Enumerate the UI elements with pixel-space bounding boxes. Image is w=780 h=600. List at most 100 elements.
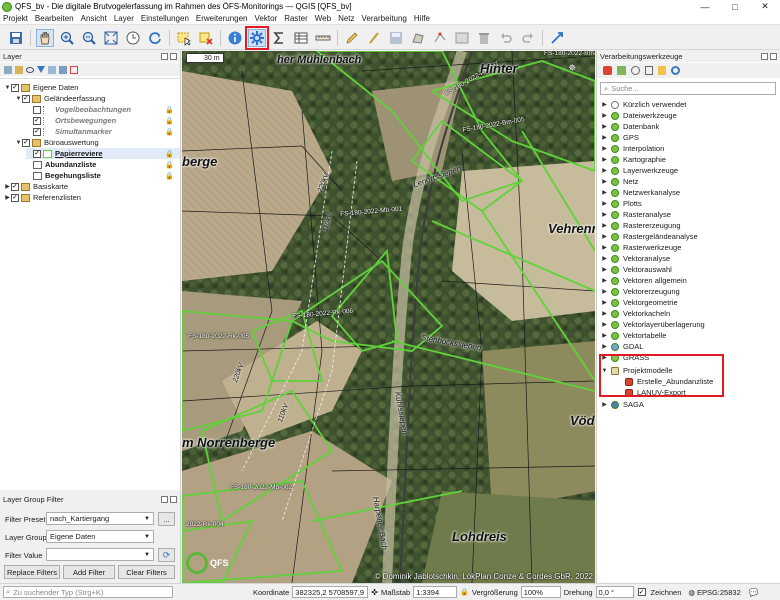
layer-tree-item[interactable]: ▶ Referenzlisten [4, 192, 180, 203]
add-filter-button[interactable]: Add Filter [63, 565, 115, 579]
identify-button[interactable] [226, 29, 244, 47]
chevron-right-icon[interactable]: ▶ [601, 343, 608, 350]
collapse-all-icon[interactable] [59, 65, 67, 74]
layer-tree-item[interactable]: Vogelbeobachtungen 🔒 [26, 104, 180, 115]
float-panel-button[interactable] [161, 53, 168, 60]
algorithm-group[interactable]: ▶ Vektorerzeugung [601, 286, 680, 297]
menu-erweiterungen[interactable]: Erweiterungen [196, 14, 248, 23]
chevron-right-icon[interactable]: ▶ [601, 200, 608, 207]
chevron-right-icon[interactable]: ▶ [601, 332, 608, 339]
results-icon[interactable] [645, 66, 653, 75]
select-features-button[interactable] [175, 29, 193, 47]
layer-visibility-checkbox[interactable] [22, 138, 30, 147]
digitize-button[interactable] [365, 29, 383, 47]
models-icon[interactable] [603, 66, 612, 75]
layer-tree-item[interactable]: Simultanmarker 🔒 [26, 126, 180, 137]
chevron-right-icon[interactable]: ▶ [601, 401, 608, 408]
save-project-button[interactable] [7, 29, 25, 47]
chevron-right-icon[interactable]: ▶ [601, 167, 608, 174]
algorithm-group[interactable]: ▶ Netzwerkanalyse [601, 187, 680, 198]
scale-select[interactable]: 1:3394 [413, 586, 458, 598]
chevron-right-icon[interactable]: ▶ [601, 101, 608, 108]
more-options-button[interactable]: ... [158, 512, 175, 526]
algorithm-group[interactable]: ▶ Interpolation [601, 143, 664, 154]
layer-visibility-checkbox[interactable] [33, 116, 41, 125]
crs-button[interactable]: ◍ EPSG:25832 [688, 588, 740, 597]
algorithm-group[interactable]: ▶ Rastergeländeanalyse [601, 231, 697, 242]
algorithm-group[interactable]: ▶ Kartographie [601, 154, 666, 165]
pan-map-button[interactable] [36, 28, 54, 47]
map-canvas[interactable]: 30 m FS-180-2022-Rk-007 FS-180-2022-Bm-00… [182, 51, 595, 583]
close-button[interactable]: ✕ [750, 1, 780, 12]
menu-projekt[interactable]: Projekt [3, 14, 28, 23]
toggle-editing-button[interactable] [343, 29, 361, 47]
chevron-down-icon[interactable]: ▼ [15, 140, 22, 146]
algorithm-group[interactable]: ▶ Datenbank [601, 121, 659, 132]
menu-layer[interactable]: Layer [114, 14, 134, 23]
chevron-right-icon[interactable]: ▶ [4, 194, 11, 201]
chevron-right-icon[interactable]: ▶ [601, 266, 608, 273]
layer-tree-item[interactable]: ▼ Büroauswertung [15, 137, 180, 148]
algorithm-group[interactable]: ▶ GPS [601, 132, 639, 143]
replace-filters-button[interactable]: Replace Filters [4, 565, 60, 579]
float-panel-button[interactable] [761, 53, 768, 60]
layer-tree-item[interactable]: ▼ Geländeerfassung [15, 93, 180, 104]
layer-tree-item[interactable]: Begehungsliste 🔒 [26, 170, 180, 181]
edit-attributes-button[interactable] [453, 29, 471, 47]
algorithm-group[interactable]: ▶ Vektorauswahl [601, 264, 672, 275]
layer-group-select[interactable]: Eigene Daten ▼ [46, 530, 154, 543]
chevron-right-icon[interactable]: ▶ [601, 189, 608, 196]
deselect-button[interactable] [197, 29, 215, 47]
filter-value-input[interactable]: ▼ [46, 548, 154, 561]
algorithm-group[interactable]: ▶ Rastererzeugung [601, 220, 680, 231]
chevron-right-icon[interactable]: ▶ [601, 156, 608, 163]
settings-icon[interactable] [671, 66, 680, 75]
expand-all-icon[interactable] [48, 65, 56, 74]
chevron-right-icon[interactable]: ▶ [601, 277, 608, 284]
vertex-tool-button[interactable] [431, 29, 449, 47]
chevron-right-icon[interactable]: ▶ [601, 310, 608, 317]
menu-hilfe[interactable]: Hilfe [414, 14, 430, 23]
clear-filters-button[interactable]: Clear Filters [118, 565, 175, 579]
undo-button[interactable] [497, 29, 515, 47]
algorithm-group[interactable]: ▶ Layerwerkzeuge [601, 165, 678, 176]
layer-tree-item[interactable]: ▼ Eigene Daten [4, 82, 180, 93]
menu-einstellungen[interactable]: Einstellungen [141, 14, 189, 23]
attribute-table-button[interactable] [292, 29, 310, 47]
chevron-right-icon[interactable]: ▶ [601, 211, 608, 218]
chevron-right-icon[interactable]: ▶ [601, 299, 608, 306]
chevron-right-icon[interactable]: ▶ [601, 123, 608, 130]
eye-icon[interactable] [26, 66, 34, 73]
magnifier-input[interactable]: 100% [520, 586, 561, 598]
refresh-filter-button[interactable]: ⟳ [158, 548, 175, 562]
redo-button[interactable] [519, 29, 537, 47]
chevron-right-icon[interactable]: ▶ [601, 244, 608, 251]
filter-icon[interactable] [37, 66, 45, 73]
layer-visibility-checkbox[interactable] [33, 127, 41, 136]
algorithm-group[interactable]: ▶ GDAL [601, 341, 643, 352]
chevron-right-icon[interactable]: ▶ [601, 255, 608, 262]
chevron-right-icon[interactable]: ▶ [601, 145, 608, 152]
menu-verarbeitung[interactable]: Verarbeitung [362, 14, 407, 23]
layer-visibility-checkbox[interactable] [33, 149, 41, 158]
locator-search-input[interactable]: ⌕ Zu suchender Typ (Strg+K) [3, 586, 173, 598]
rotation-input[interactable]: 0,0 ° [595, 586, 634, 598]
algorithm-group[interactable]: ▶ Kürzlich verwendet [601, 99, 686, 110]
layer-visibility-checkbox[interactable] [11, 182, 19, 191]
add-feature-button[interactable] [409, 29, 427, 47]
statistics-button[interactable] [270, 29, 288, 47]
coordinate-input[interactable]: 382325,2 5708597,9 [292, 586, 369, 598]
layer-tree-item[interactable]: Ortsbewegungen 🔒 [26, 115, 180, 126]
algorithm-group[interactable]: ▶ Vektoren allgemein [601, 275, 687, 286]
algorithm-group[interactable]: ▶ Rasteranalyse [601, 209, 671, 220]
layer-tree-item[interactable]: ▶ Basiskarte [4, 181, 180, 192]
remove-layer-icon[interactable] [70, 65, 78, 74]
filter-preset-select[interactable]: nach_Kartiergang ▼ [46, 512, 154, 525]
algorithm-group[interactable]: ▶ Netz [601, 176, 638, 187]
menu-vektor[interactable]: Vektor [255, 14, 278, 23]
zoom-last-button[interactable] [124, 29, 142, 47]
zoom-full-button[interactable] [102, 29, 120, 47]
algorithm-group[interactable]: ▶ Vektortabelle [601, 330, 666, 341]
zoom-out-button[interactable] [80, 29, 98, 47]
algorithm-group[interactable]: ▶ Dateiwerkzeuge [601, 110, 677, 121]
